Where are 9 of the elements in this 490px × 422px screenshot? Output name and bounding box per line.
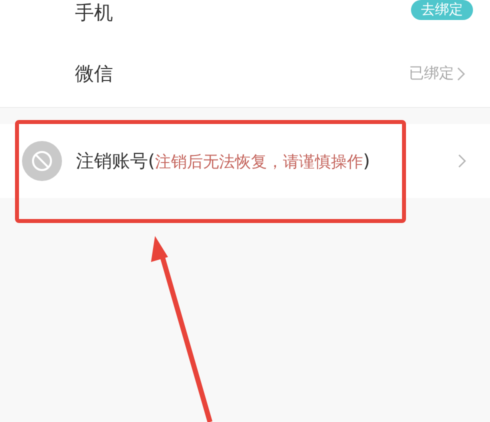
cancel-account-label: 注销账号(注销后无法恢复，请谨慎操作) — [76, 150, 372, 173]
bind-status-link[interactable]: 已绑定 — [409, 64, 465, 83]
bind-button[interactable]: 去绑定 — [411, 0, 473, 20]
cancel-account-row[interactable]: 注销账号(注销后无法恢复，请谨慎操作) — [0, 124, 490, 198]
setting-label: 微信 — [75, 62, 114, 86]
ban-icon — [22, 141, 62, 181]
chevron-icon — [457, 66, 465, 80]
chevron-icon — [458, 154, 466, 168]
setting-label: 手机 — [75, 1, 114, 26]
